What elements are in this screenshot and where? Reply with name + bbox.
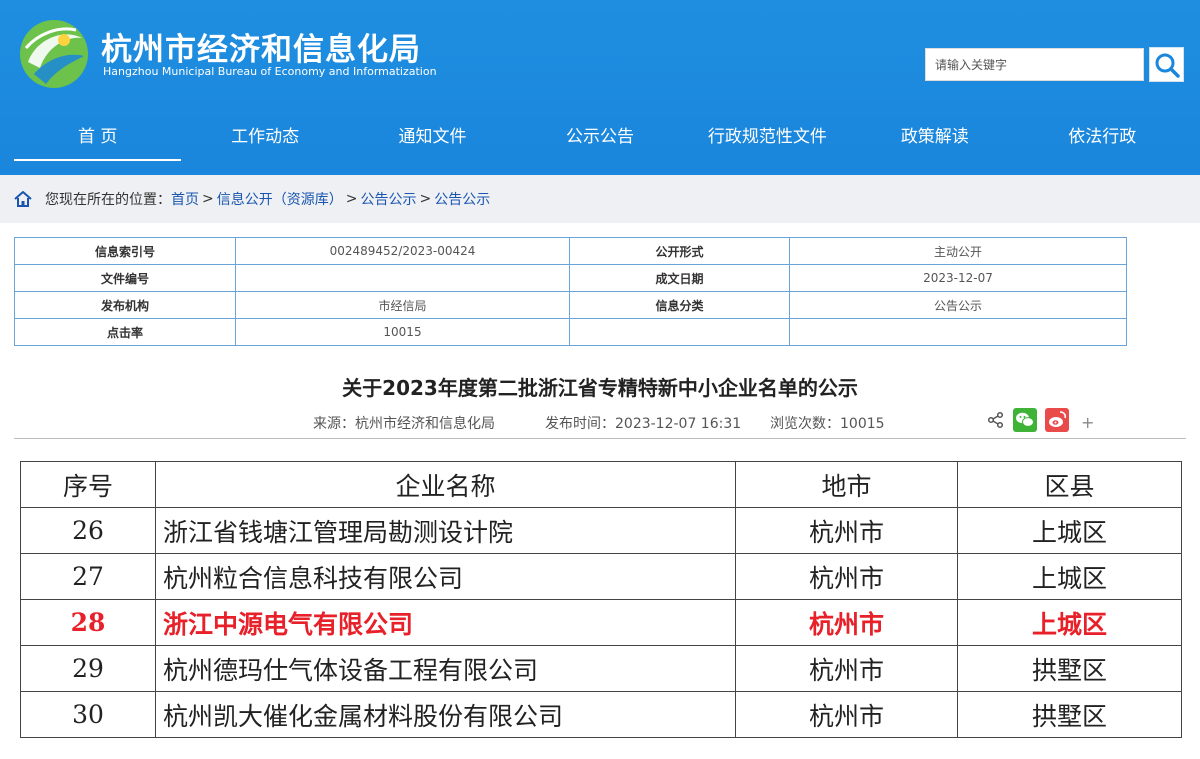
row-enterprise-name: 杭州粒合信息科技有限公司 xyxy=(155,553,736,600)
nav-item-announcements[interactable]: 公示公告 xyxy=(516,115,683,161)
column-header-name: 企业名称 xyxy=(155,461,736,508)
info-value xyxy=(789,318,1127,346)
table-row: 27 杭州粒合信息科技有限公司 杭州市 上城区 xyxy=(20,553,1182,600)
info-label: 文件编号 xyxy=(14,264,236,292)
more-share-button[interactable]: + xyxy=(1081,413,1094,432)
row-no: 30 xyxy=(20,691,156,738)
nav-item-law-administration[interactable]: 依法行政 xyxy=(1019,115,1186,161)
row-city: 杭州市 xyxy=(735,553,958,600)
enterprise-list-table: 序号 企业名称 地市 区县 26 浙江省钱塘江管理局勘测设计院 杭州市 上城区 … xyxy=(20,461,1182,738)
row-no: 29 xyxy=(20,645,156,692)
table-row: 30 杭州凯大催化金属材料股份有限公司 杭州市 拱墅区 xyxy=(20,691,1182,738)
site-subtitle: Hangzhou Municipal Bureau of Economy and… xyxy=(103,65,437,78)
info-value: 002489452/2023-00424 xyxy=(235,237,570,265)
row-district: 上城区 xyxy=(957,507,1182,554)
share-icon[interactable] xyxy=(987,411,1005,433)
breadcrumb-prefix: 您现在所在的位置： xyxy=(45,192,171,208)
row-no: 26 xyxy=(20,507,156,554)
info-row: 文件编号 成文日期 2023-12-07 xyxy=(14,264,1127,292)
info-label: 成文日期 xyxy=(569,264,790,292)
main-nav: 首 页 工作动态 通知文件 公示公告 行政规范性文件 政策解读 依法行政 xyxy=(14,115,1186,161)
breadcrumb-info-disclosure[interactable]: 信息公开（资源库） xyxy=(217,189,343,209)
breadcrumb-announcements[interactable]: 公告公示 xyxy=(360,189,416,209)
info-row: 点击率 10015 xyxy=(14,318,1127,346)
info-label: 发布机构 xyxy=(14,291,236,319)
table-row-highlighted: 28 浙江中源电气有限公司 杭州市 上城区 xyxy=(20,599,1182,646)
row-enterprise-name: 浙江省钱塘江管理局勘测设计院 xyxy=(155,507,736,554)
article-source: 来源：杭州市经济和信息化局 xyxy=(313,416,495,432)
article-view-count: 浏览次数：10015 xyxy=(770,416,885,432)
site-header: 杭州市经济和信息化局 Hangzhou Municipal Bureau of … xyxy=(0,0,1200,175)
article-publish-time: 发布时间：2023-12-07 16:31 xyxy=(545,416,742,432)
info-label: 信息索引号 xyxy=(14,237,236,265)
nav-item-notices[interactable]: 通知文件 xyxy=(349,115,516,161)
nav-item-policy-interpretation[interactable]: 政策解读 xyxy=(851,115,1018,161)
info-value: 公告公示 xyxy=(789,291,1127,319)
search-icon xyxy=(1155,53,1180,78)
breadcrumb-separator: > xyxy=(419,191,432,207)
row-city: 杭州市 xyxy=(735,691,958,738)
info-row: 信息索引号 002489452/2023-00424 公开形式 主动公开 xyxy=(14,237,1127,265)
row-city: 杭州市 xyxy=(735,507,958,554)
divider xyxy=(14,438,1186,439)
table-header-row: 序号 企业名称 地市 区县 xyxy=(20,461,1182,508)
row-enterprise-name: 杭州凯大催化金属材料股份有限公司 xyxy=(155,691,736,738)
row-city: 杭州市 xyxy=(735,599,958,646)
article-title: 关于2023年度第二批浙江省专精特新中小企业名单的公示 xyxy=(342,376,858,400)
info-metadata-table: 信息索引号 002489452/2023-00424 公开形式 主动公开 文件编… xyxy=(14,237,1127,346)
site-title: 杭州市经济和信息化局 xyxy=(101,32,421,68)
row-district: 上城区 xyxy=(957,553,1182,600)
row-enterprise-name: 杭州德玛仕气体设备工程有限公司 xyxy=(155,645,736,692)
row-no: 27 xyxy=(20,553,156,600)
weibo-share-icon[interactable] xyxy=(1045,408,1069,436)
info-value: 10015 xyxy=(235,318,570,346)
row-enterprise-name: 浙江中源电气有限公司 xyxy=(155,599,736,646)
row-city: 杭州市 xyxy=(735,645,958,692)
share-bar: + xyxy=(987,408,1094,436)
info-value: 主动公开 xyxy=(789,237,1127,265)
wechat-share-icon[interactable] xyxy=(1013,408,1037,436)
breadcrumb-home[interactable]: 首页 xyxy=(171,189,199,209)
info-label xyxy=(569,318,790,346)
row-district: 拱墅区 xyxy=(957,691,1182,738)
breadcrumb: 您现在所在的位置： 首页 > 信息公开（资源库） > 公告公示 > 公告公示 xyxy=(0,175,1200,223)
column-header-no: 序号 xyxy=(20,461,156,508)
nav-item-regulatory-docs[interactable]: 行政规范性文件 xyxy=(684,115,851,161)
info-value: 市经信局 xyxy=(235,291,570,319)
site-logo[interactable] xyxy=(18,18,90,90)
table-row: 26 浙江省钱塘江管理局勘测设计院 杭州市 上城区 xyxy=(20,507,1182,554)
breadcrumb-separator: > xyxy=(345,191,358,207)
nav-item-home[interactable]: 首 页 xyxy=(14,115,182,161)
search-input[interactable] xyxy=(925,48,1144,81)
info-value: 2023-12-07 xyxy=(789,264,1127,292)
table-row: 29 杭州德玛仕气体设备工程有限公司 杭州市 拱墅区 xyxy=(20,645,1182,692)
nav-item-work-news[interactable]: 工作动态 xyxy=(181,115,348,161)
breadcrumb-announcements-current[interactable]: 公告公示 xyxy=(434,189,490,209)
info-label: 信息分类 xyxy=(569,291,790,319)
search-button[interactable] xyxy=(1149,47,1184,82)
column-header-city: 地市 xyxy=(735,461,958,508)
column-header-district: 区县 xyxy=(957,461,1182,508)
info-value xyxy=(235,264,570,292)
breadcrumb-separator: > xyxy=(202,191,214,207)
row-district: 上城区 xyxy=(957,599,1182,646)
info-label: 点击率 xyxy=(14,318,236,346)
info-label: 公开形式 xyxy=(569,237,790,265)
info-row: 发布机构 市经信局 信息分类 公告公示 xyxy=(14,291,1127,319)
home-icon xyxy=(13,188,35,210)
row-district: 拱墅区 xyxy=(957,645,1182,692)
row-no: 28 xyxy=(20,599,156,646)
